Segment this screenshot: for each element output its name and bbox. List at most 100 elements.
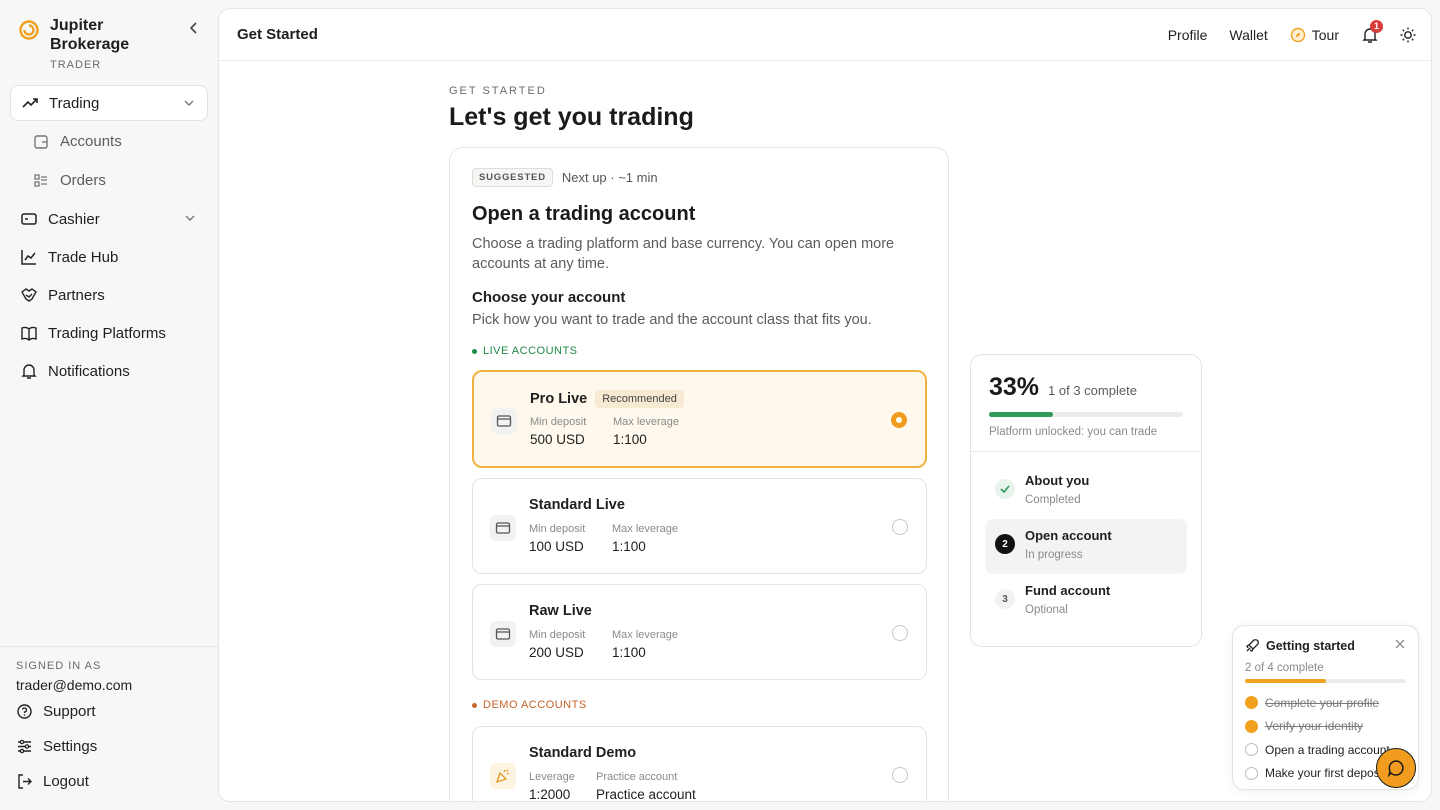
account-radio-selected[interactable] bbox=[891, 412, 907, 428]
demo-accounts-label: DEMO ACCOUNTS bbox=[472, 699, 926, 711]
logout-label: Logout bbox=[43, 773, 89, 790]
close-icon[interactable] bbox=[1394, 638, 1406, 650]
sidebar-item-label: Cashier bbox=[48, 210, 100, 228]
account-option-standard-live[interactable]: Standard Live Min deposit 100 USD Max lev… bbox=[472, 478, 927, 574]
main-panel: Get Started Profile Wallet Tour 1 GET ST… bbox=[218, 8, 1432, 802]
step-title: About you bbox=[1025, 473, 1090, 488]
collapse-sidebar-icon[interactable] bbox=[186, 20, 202, 36]
support-label: Support bbox=[43, 703, 96, 720]
sidebar-item-accounts[interactable]: Accounts bbox=[10, 123, 208, 160]
help-circle-icon bbox=[17, 704, 32, 719]
rocket-icon bbox=[1246, 639, 1259, 652]
step-number: 3 bbox=[995, 589, 1015, 609]
sidebar-item-label: Trade Hub bbox=[48, 248, 119, 266]
support-link[interactable]: Support bbox=[16, 695, 202, 728]
account-option-pro-live[interactable]: Pro Live Recommended Min deposit 500 USD M… bbox=[472, 370, 927, 468]
stat-value: 1:100 bbox=[613, 432, 647, 447]
account-name: Standard Live bbox=[529, 497, 625, 513]
step-open-account[interactable]: 2 Open account In progress bbox=[985, 519, 1187, 574]
step-title: Fund account bbox=[1025, 583, 1111, 598]
step-about-you[interactable]: About you Completed bbox=[985, 464, 1187, 519]
settings-link[interactable]: Settings bbox=[16, 730, 202, 763]
account-radio[interactable] bbox=[892, 767, 908, 783]
account-name: Pro Live bbox=[530, 391, 588, 407]
getting-started-title: Getting started bbox=[1266, 638, 1355, 653]
stat-value: 1:2000 bbox=[529, 787, 571, 802]
wallet-link[interactable]: Wallet bbox=[1229, 27, 1267, 43]
sidebar-item-label: Trading Platforms bbox=[48, 324, 166, 342]
card-icon bbox=[490, 515, 516, 541]
stat-value: 500 USD bbox=[530, 432, 585, 447]
stat-value: 1:100 bbox=[612, 539, 646, 554]
sidebar-item-trade-hub[interactable]: Trade Hub bbox=[10, 239, 208, 275]
progress-note: Platform unlocked: you can trade bbox=[989, 426, 1158, 438]
page-title: Let's get you trading bbox=[449, 103, 694, 131]
sidebar-item-notifications[interactable]: Notifications bbox=[10, 353, 208, 389]
profile-link[interactable]: Profile bbox=[1168, 27, 1208, 43]
page-heading: GET STARTED Let's get you trading bbox=[449, 85, 949, 132]
notification-count-badge: 1 bbox=[1370, 20, 1383, 33]
list-icon bbox=[34, 173, 47, 187]
card-icon bbox=[21, 213, 37, 225]
handshake-icon bbox=[21, 288, 37, 302]
brand-role: TRADER bbox=[50, 59, 102, 71]
brand[interactable]: Jupiter Brokerage TRADER bbox=[18, 16, 160, 71]
sidebar-item-label: Accounts bbox=[60, 133, 122, 150]
theme-toggle-sun-icon[interactable] bbox=[1399, 26, 1417, 44]
chat-bubble-icon bbox=[1387, 760, 1404, 777]
sidebar-item-partners[interactable]: Partners bbox=[10, 277, 208, 313]
chart-icon bbox=[21, 250, 36, 265]
sidebar-item-trading[interactable]: Trading bbox=[10, 85, 208, 121]
notifications-button[interactable]: 1 bbox=[1361, 20, 1383, 44]
sidebar-item-orders[interactable]: Orders bbox=[10, 162, 208, 199]
checklist-label: Complete your profile bbox=[1265, 695, 1380, 710]
checklist-label: Verify your identity bbox=[1265, 719, 1364, 734]
check-icon bbox=[995, 479, 1015, 499]
account-name: Raw Live bbox=[529, 603, 592, 619]
logout-icon bbox=[18, 774, 32, 789]
checklist-item[interactable]: Verify your identity bbox=[1245, 715, 1406, 739]
wallet-icon bbox=[34, 134, 48, 149]
card-icon bbox=[491, 408, 517, 434]
account-option-raw-live[interactable]: Raw Live Min deposit 200 USD Max leverage… bbox=[472, 584, 927, 680]
progress-percent: 33% bbox=[989, 373, 1040, 401]
getting-started-progress bbox=[1245, 679, 1406, 683]
tour-label: Tour bbox=[1311, 27, 1339, 43]
sidebar-item-label: Orders bbox=[60, 172, 106, 189]
demo-dot-icon bbox=[472, 702, 477, 708]
sidebar-item-trading-platforms[interactable]: Trading Platforms bbox=[10, 315, 208, 351]
signed-in-email: trader@demo.com bbox=[16, 677, 133, 693]
brand-name: Jupiter Brokerage bbox=[50, 17, 130, 53]
account-option-standard-demo[interactable]: Standard Demo Leverage 1:2000 Practice ac… bbox=[472, 726, 927, 802]
checklist-item[interactable]: Complete your profile bbox=[1245, 691, 1406, 715]
progress-bar bbox=[989, 412, 1183, 417]
signed-in-label: SIGNED IN AS bbox=[16, 660, 102, 672]
getting-started-progress-fill bbox=[1245, 679, 1326, 683]
open-account-card: SUGGESTED Next up · ~1 min Open a tradin… bbox=[449, 147, 949, 802]
step-fund-account[interactable]: 3 Fund account Optional bbox=[985, 574, 1187, 629]
demo-accounts-text: DEMO ACCOUNTS bbox=[483, 699, 587, 711]
chat-button[interactable] bbox=[1376, 748, 1416, 788]
progress-summary: 1 of 3 complete bbox=[1048, 383, 1137, 398]
empty-circle-icon bbox=[1245, 766, 1258, 780]
topbar: Get Started Profile Wallet Tour 1 bbox=[219, 9, 1431, 61]
step-status: Completed bbox=[1025, 494, 1081, 506]
sidebar-item-cashier[interactable]: Cashier bbox=[10, 201, 208, 237]
chevron-down-icon bbox=[184, 100, 194, 106]
trending-up-icon bbox=[22, 98, 38, 108]
getting-started-count: 2 of 4 complete bbox=[1245, 662, 1324, 674]
account-radio[interactable] bbox=[892, 519, 908, 535]
jupiter-logo-icon bbox=[19, 20, 39, 40]
stat-label: Leverage bbox=[529, 771, 575, 783]
tour-button[interactable]: Tour bbox=[1290, 27, 1339, 43]
section-description: Pick how you want to trade and the accou… bbox=[472, 312, 872, 328]
stat-label: Min deposit bbox=[529, 629, 586, 641]
progress-bar-fill bbox=[989, 412, 1054, 417]
live-accounts-label: LIVE ACCOUNTS bbox=[472, 345, 926, 357]
logout-link[interactable]: Logout bbox=[16, 765, 202, 798]
step-status: Optional bbox=[1025, 604, 1068, 616]
sliders-icon bbox=[18, 739, 31, 754]
step-status: In progress bbox=[1025, 549, 1083, 561]
account-radio[interactable] bbox=[892, 625, 908, 641]
sidebar-footer: SIGNED IN AS trader@demo.com Support Set… bbox=[0, 646, 218, 798]
